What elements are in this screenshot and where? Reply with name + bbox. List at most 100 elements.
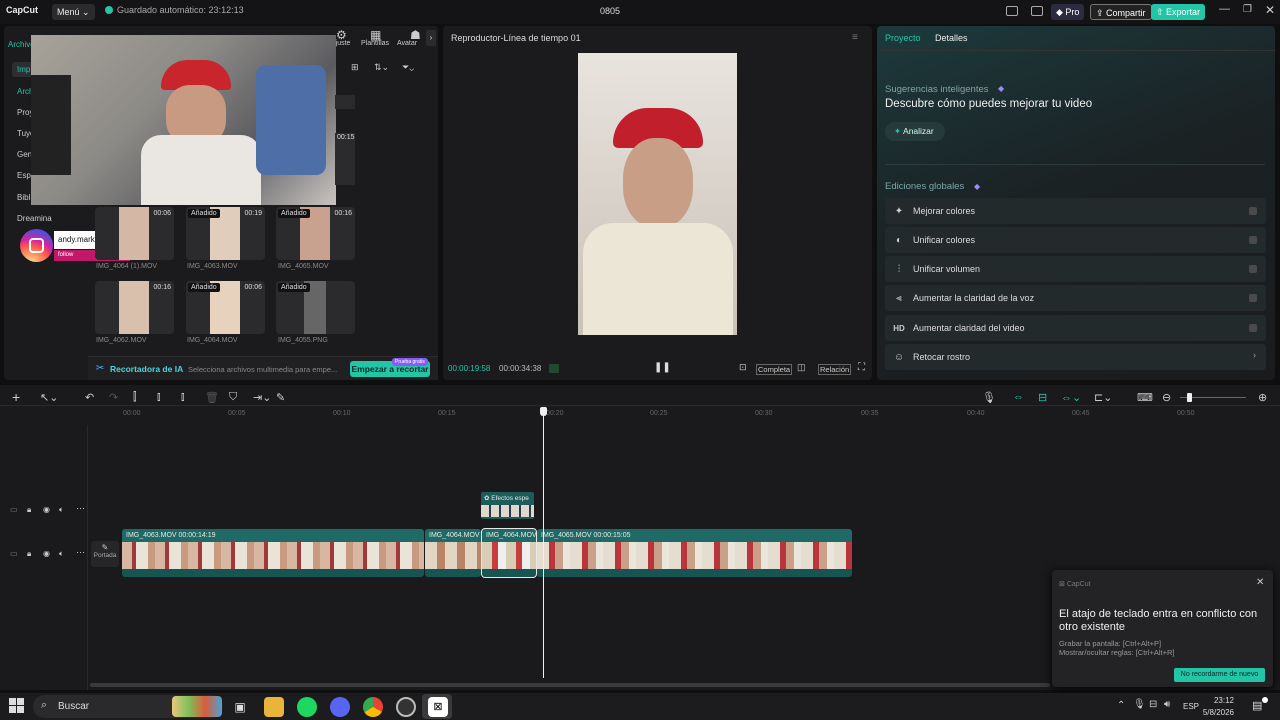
option-retouch-face[interactable]: ☺ Retocar rostro › (885, 344, 1266, 370)
shield-icon[interactable]: ⛉ (229, 391, 237, 404)
playhead[interactable] (543, 408, 544, 678)
eye-icon[interactable]: ◉ (43, 505, 50, 514)
share-button[interactable]: ⇪ Compartir (1090, 4, 1152, 20)
media-card[interactable]: Añadido 00:06 (186, 281, 265, 334)
timeline-scrollbar[interactable] (90, 683, 1050, 687)
option-unify-colors[interactable]: ◐ Unificar colores (885, 227, 1266, 253)
caption-icon[interactable]: ⌨ (1137, 391, 1153, 404)
microphone-icon[interactable]: 🎙 (1133, 699, 1146, 710)
magnet-icon[interactable]: ⊟ (1038, 391, 1047, 404)
close-icon[interactable]: ✕ (1256, 577, 1264, 588)
split-left-icon[interactable]: ⫾ (157, 391, 161, 404)
toggle[interactable] (1249, 265, 1257, 273)
filter-icon[interactable]: ⏷⌄ (402, 62, 414, 73)
media-card[interactable]: Añadido 00:16 (276, 207, 355, 260)
split-icon[interactable]: ⫿ (133, 391, 137, 404)
cover-button[interactable]: ✎ Portada (91, 541, 119, 567)
spotify-icon[interactable] (297, 697, 317, 717)
obs-icon[interactable] (396, 697, 416, 717)
zoom-out-icon[interactable]: ⊖ (1162, 391, 1171, 404)
lock-icon[interactable]: 🔒︎ (27, 549, 31, 559)
lock-icon[interactable]: 🔒︎ (27, 505, 31, 515)
link-main-track-icon[interactable]: ⇔ (1013, 391, 1024, 403)
tab-project[interactable]: Proyecto (885, 33, 921, 43)
volume-icon[interactable]: 🔊︎ (1164, 699, 1170, 710)
language-indicator[interactable]: ESP (1183, 702, 1199, 711)
media-card[interactable]: 00:06 (95, 207, 174, 260)
video-clip[interactable]: IMG_4063.MOV 00:00:14:19 (122, 529, 424, 577)
maximize-icon[interactable]: ❐ (1243, 4, 1252, 15)
speaker-icon[interactable]: 🔈︎ (59, 505, 64, 515)
pause-icon[interactable]: ❚❚ (654, 362, 671, 373)
split-right-icon[interactable]: ⫾ (181, 391, 185, 404)
chevron-up-icon[interactable]: ⌃ (1117, 700, 1125, 711)
add-track-icon[interactable]: + (12, 389, 20, 405)
linkage-icon[interactable]: ⇔⌄ (1061, 391, 1081, 404)
capcut-icon[interactable]: ⊠ (428, 697, 448, 717)
layout-icon[interactable] (1006, 6, 1018, 16)
tab-avatar[interactable]: Avatar (397, 40, 417, 47)
option-enhance-colors[interactable]: ✦ Mejorar colores (885, 198, 1266, 224)
clock-date[interactable]: 5/8/2026 (1198, 708, 1234, 717)
pro-button[interactable]: ◆ Pro (1051, 4, 1085, 20)
toggle[interactable] (1249, 207, 1257, 215)
discord-icon[interactable] (330, 697, 350, 717)
crop-icon[interactable]: ◫ (797, 362, 806, 373)
clock-time[interactable]: 23:12 (1212, 696, 1234, 705)
media-name: IMG_4063.MOV (187, 263, 238, 270)
sidebar-item-dreamina[interactable]: Dreamina (12, 211, 57, 226)
zoom-slider-thumb[interactable] (1187, 393, 1192, 402)
fullscreen-icon[interactable]: ⛶ (858, 362, 865, 373)
option-video-clarity[interactable]: HD Aumentar claridad del video (885, 315, 1266, 341)
toggle[interactable] (1249, 324, 1257, 332)
delete-icon[interactable]: 🗑 (205, 391, 219, 404)
hamburger-icon[interactable]: ≡ (852, 32, 858, 43)
dont-remind-button[interactable]: No recordarme de nuevo (1174, 668, 1265, 682)
media-card[interactable]: Añadido 00:19 (186, 207, 265, 260)
shortcut-layer-icon[interactable]: ⊡ (739, 362, 747, 373)
toggle[interactable] (1249, 294, 1257, 302)
full-quality-button[interactable]: Completa (756, 364, 793, 375)
effects-clip[interactable]: ✿ Efectos espe (481, 492, 534, 519)
minimize-icon[interactable]: — (1219, 3, 1230, 15)
toggle[interactable] (1249, 236, 1257, 244)
media-card[interactable]: Añadido (276, 281, 355, 334)
preview-axis-icon[interactable]: ⊏⌄ (1094, 391, 1112, 404)
aspect-ratio-button[interactable]: Relación (818, 364, 852, 375)
microphone-icon[interactable]: 🎙 (982, 391, 996, 404)
playhead-handle[interactable] (540, 407, 547, 416)
view-grid-icon[interactable]: ⊞ (351, 62, 359, 73)
freeze-icon[interactable]: ⇥⌄ (253, 391, 271, 404)
video-preview[interactable] (578, 53, 737, 335)
close-icon[interactable]: ✕ (1265, 3, 1275, 17)
tab-details[interactable]: Detalles (935, 33, 968, 43)
chrome-icon[interactable] (363, 697, 383, 717)
chevron-right-icon[interactable]: › (426, 30, 436, 46)
select-tool-icon[interactable]: ↖⌄ (40, 391, 58, 404)
media-card[interactable]: 00:16 (95, 281, 174, 334)
option-voice-clarity[interactable]: ⫷ Aumentar la claridad de la voz (885, 285, 1266, 311)
more-icon[interactable]: ⋯ (76, 547, 85, 558)
redo-icon[interactable]: ↷ (109, 391, 118, 404)
analyze-button[interactable]: ✦ Analizar (885, 122, 945, 141)
tab-templates[interactable]: Plantillas (361, 40, 389, 47)
video-clip-selected[interactable]: IMG_4064.MOV (481, 528, 537, 578)
network-icon[interactable]: ⊟ (1149, 699, 1157, 710)
export-button[interactable]: ⇧ Exportar (1151, 4, 1206, 20)
speaker-icon[interactable]: 🔈︎ (59, 549, 64, 559)
shortcut-icon[interactable] (1031, 6, 1043, 16)
task-view-icon[interactable]: ▣ (230, 697, 250, 717)
draw-icon[interactable]: ✎ (276, 391, 285, 404)
zoom-in-icon[interactable]: ⊕ (1258, 391, 1267, 404)
notification-icon[interactable]: ▤ (1252, 699, 1262, 712)
option-unify-volume[interactable]: ⫶ Unificar volumen (885, 256, 1266, 282)
more-icon[interactable]: ⋯ (76, 503, 85, 514)
sort-icon[interactable]: ⇅⌄ (374, 62, 389, 73)
windows-start-icon[interactable] (9, 698, 24, 713)
file-explorer-icon[interactable] (264, 697, 284, 717)
video-clip[interactable]: IMG_4064.MOV (425, 529, 481, 577)
undo-icon[interactable]: ↶ (85, 391, 94, 404)
eye-icon[interactable]: ◉ (43, 549, 50, 558)
menu-button[interactable]: Menú ⌄ (52, 4, 95, 20)
video-clip[interactable]: IMG_4065.MOV 00:00:15:05 (537, 529, 852, 577)
